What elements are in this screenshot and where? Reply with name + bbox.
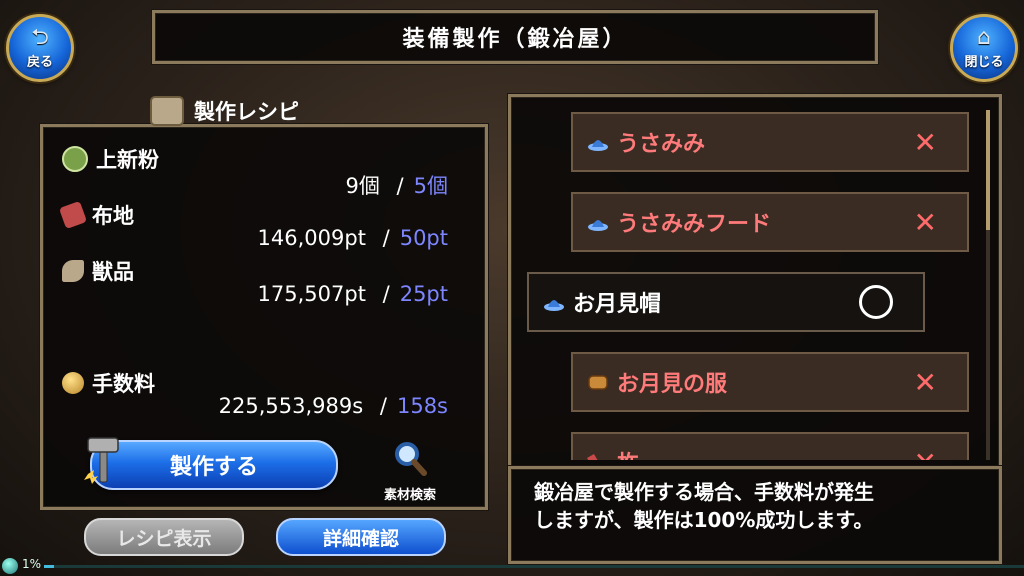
hat-icon <box>588 220 608 231</box>
list-item[interactable]: うさみみ ✕ <box>571 112 969 172</box>
material-need: 25pt <box>399 282 448 306</box>
material-name: 上新粉 <box>96 148 159 172</box>
hammer-icon <box>84 437 119 484</box>
separator: / <box>396 174 404 198</box>
recipe-name: うさみみフード <box>617 212 772 237</box>
info-line-1: 鍛冶屋で製作する場合、手数料が発生 <box>534 480 874 504</box>
separator: / <box>379 394 387 418</box>
close-label: 閉じる <box>964 54 1004 70</box>
unavailable-mark: ✕ <box>914 446 937 461</box>
recipe-list[interactable]: うさみみ ✕ うさみみフード ✕ お月見帽 お月見の服 ✕ 杵 ✕ <box>515 98 981 460</box>
progress-percent: 1% <box>22 557 42 571</box>
globe-icon <box>2 558 18 574</box>
detail-confirm-button[interactable]: 詳細確認 <box>276 518 446 556</box>
recipe-name: 杵 <box>617 446 639 460</box>
magnifier-icon <box>395 442 427 476</box>
home-icon: ⌂ <box>977 24 991 50</box>
back-label: 戻る <box>26 54 53 70</box>
fee-need: 158s <box>396 394 448 418</box>
material-row: 布地 <box>58 200 134 230</box>
material-need: 5個 <box>413 174 448 198</box>
material-need: 50pt <box>399 226 448 250</box>
progress-track <box>44 565 1024 568</box>
recipe-panel-title: 製作レシピ <box>194 100 299 124</box>
separator: / <box>382 282 390 306</box>
material-search-label: 素材検索 <box>383 488 436 503</box>
fee-have: 225,553,989s <box>218 394 364 418</box>
recipe-view-button[interactable]: レシピ表示 <box>84 518 244 556</box>
coins-icon <box>62 372 84 394</box>
recipe-view-label: レシピ表示 <box>116 527 212 550</box>
recipe-name: お月見帽 <box>573 292 662 317</box>
recipe-name: お月見の服 <box>617 372 728 397</box>
material-row: 獣品 <box>62 256 134 286</box>
material-row: 上新粉 <box>62 144 159 174</box>
material-name: 獣品 <box>92 260 134 284</box>
unavailable-mark: ✕ <box>913 125 937 159</box>
info-text: 鍛冶屋で製作する場合、手数料が発生 しますが、製作は100%成功します。 <box>534 478 984 534</box>
progress-fill <box>44 565 54 568</box>
recipe-panel-header: 製作レシピ <box>150 96 299 126</box>
material-have: 146,009pt <box>257 226 366 250</box>
material-have: 175,507pt <box>257 282 366 306</box>
list-item[interactable]: お月見の服 ✕ <box>571 352 969 412</box>
cloth-icon <box>58 200 88 230</box>
hat-icon <box>588 140 608 151</box>
list-scrollbar-thumb[interactable] <box>986 110 990 230</box>
page-title: 装備製作（鍛冶屋） <box>402 27 628 52</box>
material-search-button[interactable]: 素材検索 <box>370 440 450 503</box>
fee-name: 手数料 <box>92 372 155 396</box>
status-bar: 1% <box>0 556 1024 576</box>
mallet-icon <box>587 453 601 460</box>
close-button[interactable]: ⌂ 閉じる <box>950 14 1018 82</box>
back-button[interactable]: ⮌ 戻る <box>6 14 74 82</box>
hat-icon <box>544 300 564 311</box>
list-item[interactable]: うさみみフード ✕ <box>571 192 969 252</box>
detail-confirm-label: 詳細確認 <box>322 527 399 550</box>
list-item[interactable]: 杵 ✕ <box>571 432 969 460</box>
back-arrow-icon: ⮌ <box>31 24 49 50</box>
recipe-book-icon <box>150 96 184 126</box>
list-item-selected[interactable]: お月見帽 <box>527 272 925 332</box>
material-have: 9個 <box>345 174 380 198</box>
info-line-2: しますが、製作は100%成功します。 <box>534 508 874 532</box>
available-mark <box>859 285 893 319</box>
material-name: 布地 <box>92 204 134 228</box>
flour-bag-icon <box>62 146 88 172</box>
title-bar: 装備製作（鍛冶屋） <box>152 10 878 64</box>
fang-icon <box>62 260 84 282</box>
unavailable-mark: ✕ <box>913 365 937 399</box>
unavailable-mark: ✕ <box>913 205 937 239</box>
recipe-name: うさみみ <box>617 132 706 157</box>
craft-button-label: 製作する <box>169 455 258 480</box>
separator: / <box>382 226 390 250</box>
fee-row: 手数料 <box>62 368 155 398</box>
craft-button[interactable]: 製作する <box>84 437 338 490</box>
clothes-icon <box>588 375 608 390</box>
